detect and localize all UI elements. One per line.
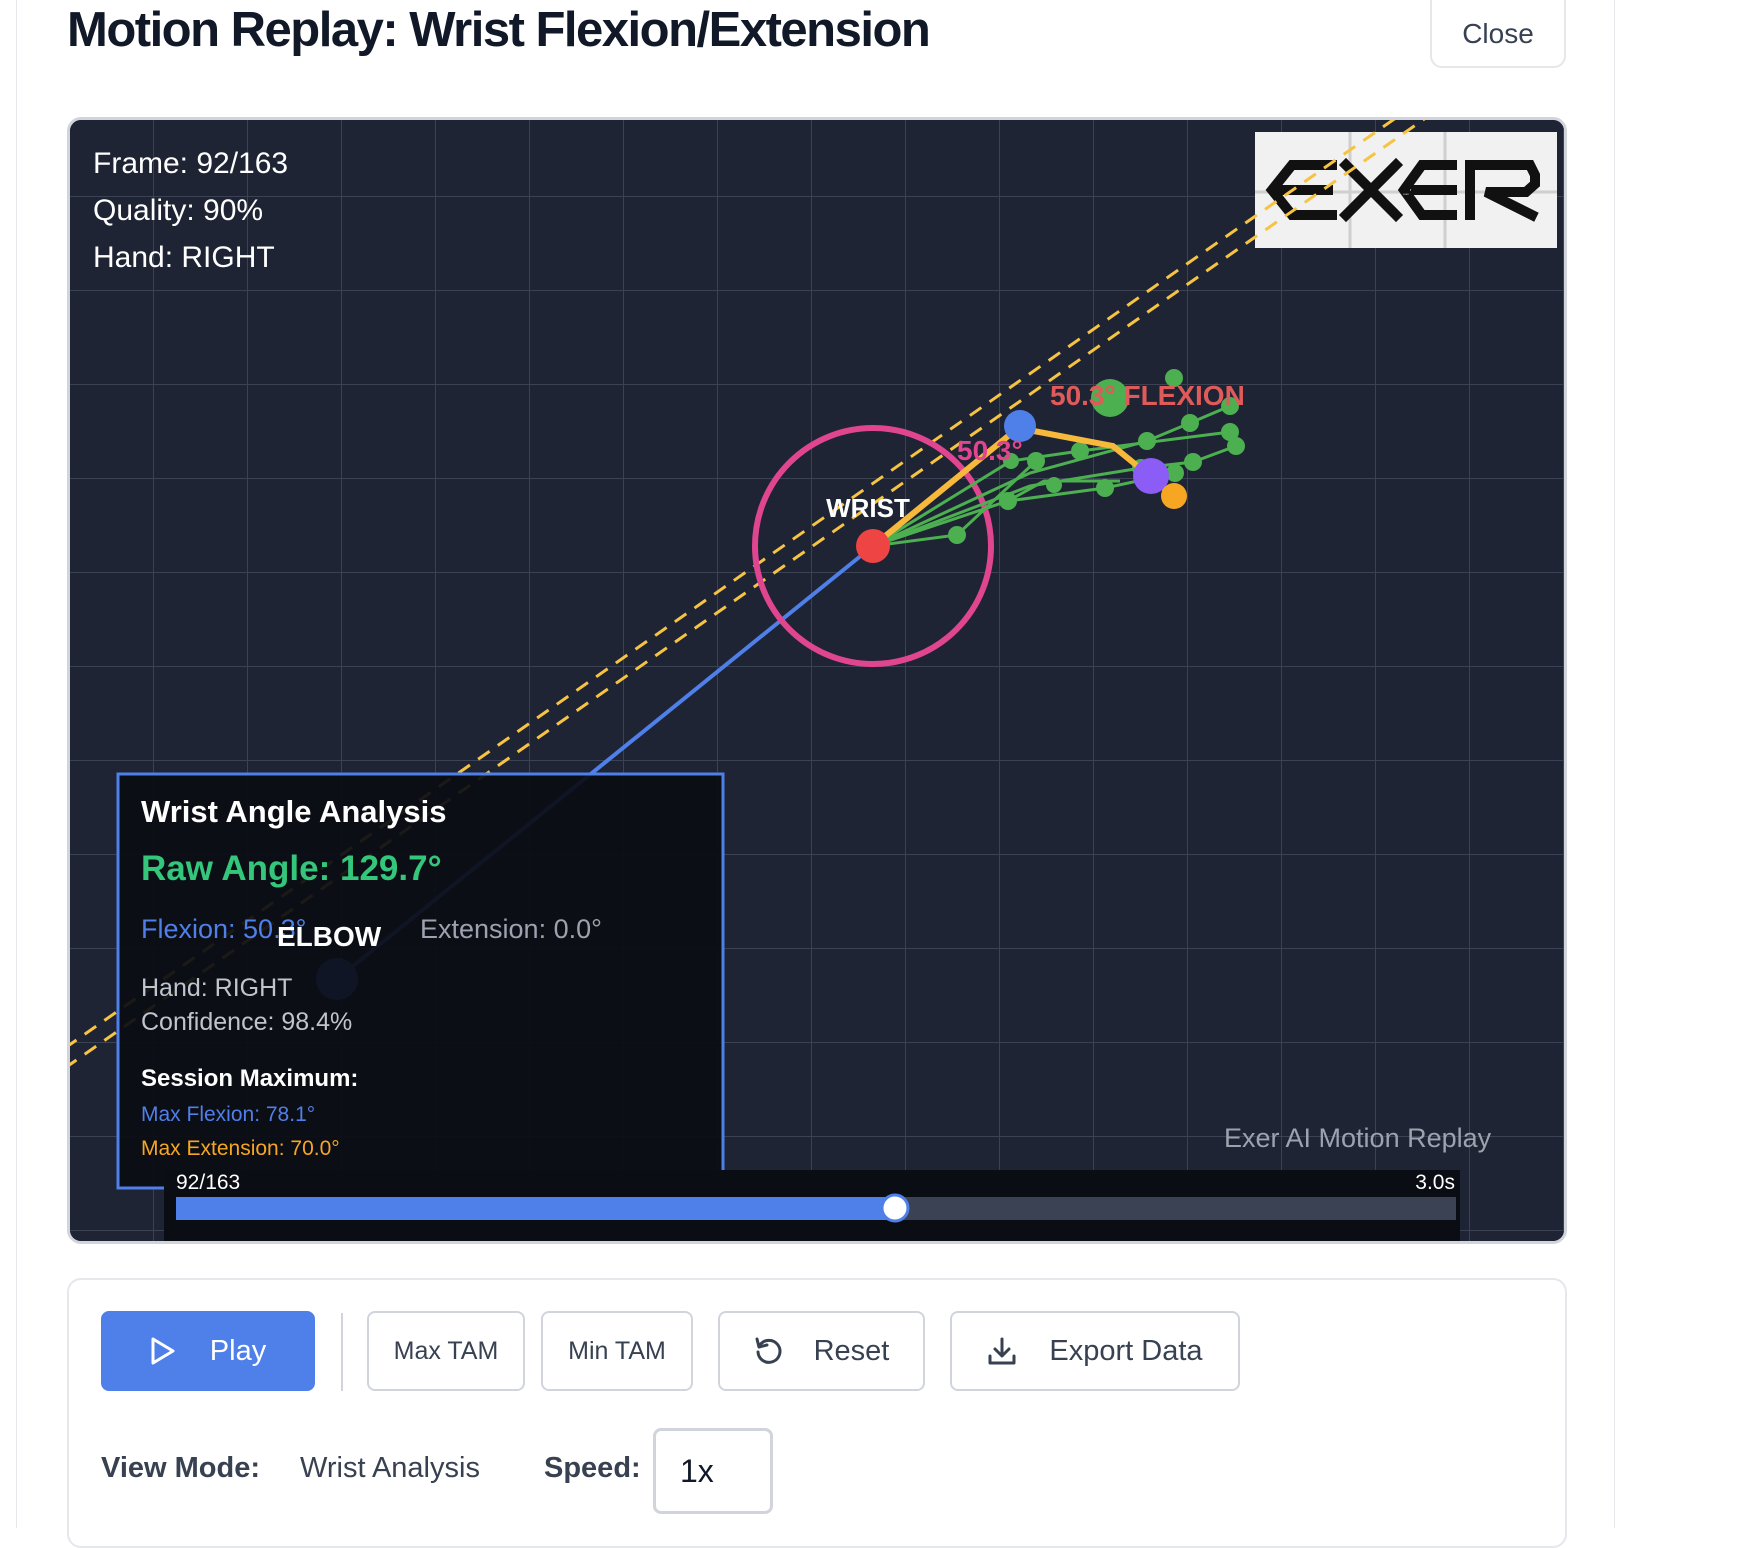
controls-panel: Play Max TAM Min TAM Reset Export Data V…	[67, 1278, 1567, 1548]
speed-label: Speed:	[544, 1452, 641, 1484]
motion-canvas-svg: EXER WRIST 50.3° FLEXION 50.3° Frame: 92…	[70, 120, 1564, 1241]
timeline-progress	[176, 1197, 895, 1220]
max-tam-button[interactable]: Max TAM	[367, 1311, 525, 1391]
page-edge-right	[1614, 0, 1615, 1528]
panel-hand-value: Hand: RIGHT	[141, 974, 292, 1002]
min-tam-label: Min TAM	[568, 1336, 666, 1365]
max-extension-value: Max Extension: 70.0°	[141, 1137, 340, 1160]
exer-logo-text: EXER	[1403, 194, 1409, 196]
wrist-label: WRIST	[826, 493, 910, 523]
fingertip-marker	[1161, 483, 1187, 509]
raw-angle-value: Raw Angle: 129.7°	[141, 849, 442, 888]
frame-readout: Frame: 92/163	[93, 147, 288, 180]
reset-button[interactable]: Reset	[718, 1311, 925, 1391]
play-icon	[151, 1337, 175, 1365]
elbow-label: ELBOW	[277, 921, 382, 952]
max-flexion-value: Max Flexion: 78.1°	[141, 1103, 315, 1126]
view-mode-value[interactable]: Wrist Analysis	[300, 1452, 480, 1485]
wrist-marker	[856, 529, 890, 563]
page-title: Motion Replay: Wrist Flexion/Extension	[67, 3, 931, 57]
arc-angle-label: 50.3°	[957, 435, 1023, 466]
reset-icon	[755, 1337, 782, 1364]
motion-canvas: EXER WRIST 50.3° FLEXION 50.3° Frame: 92…	[67, 117, 1567, 1244]
max-tam-label: Max TAM	[393, 1336, 499, 1365]
view-mode-label: View Mode:	[101, 1452, 260, 1484]
toolbar-divider	[341, 1313, 343, 1391]
hand-readout: Hand: RIGHT	[93, 241, 275, 274]
page-edge-left	[16, 0, 17, 1528]
speed-select[interactable]: 1x	[653, 1428, 773, 1514]
export-data-button[interactable]: Export Data	[950, 1311, 1240, 1391]
analysis-title: Wrist Angle Analysis	[141, 794, 447, 829]
session-maximum-title: Session Maximum:	[141, 1065, 358, 1092]
timeline: 92/163 3.0s	[164, 1170, 1460, 1241]
play-button-label: Play	[209, 1334, 267, 1367]
download-icon	[988, 1337, 1016, 1365]
watermark: Exer AI Motion Replay	[1224, 1123, 1492, 1153]
exer-logo: EXER	[1255, 132, 1557, 248]
analysis-panel: Wrist Angle Analysis Raw Angle: 129.7° F…	[116, 772, 725, 1190]
extension-value: Extension: 0.0°	[420, 914, 602, 944]
export-data-label: Export Data	[1049, 1334, 1203, 1367]
confidence-value: Confidence: 98.4%	[141, 1008, 352, 1036]
close-button[interactable]: Close	[1430, 0, 1566, 68]
timeline-scrubber-handle[interactable]	[880, 1193, 910, 1223]
quality-readout: Quality: 90%	[93, 194, 263, 227]
min-tam-button[interactable]: Min TAM	[541, 1311, 693, 1391]
play-button[interactable]: Play	[101, 1311, 315, 1391]
timeline-time-label: 3.0s	[1415, 1171, 1455, 1194]
reset-label: Reset	[813, 1334, 890, 1367]
timeline-frame-label: 92/163	[176, 1171, 240, 1194]
flexion-tag-label: 50.3° FLEXION	[1050, 380, 1245, 411]
